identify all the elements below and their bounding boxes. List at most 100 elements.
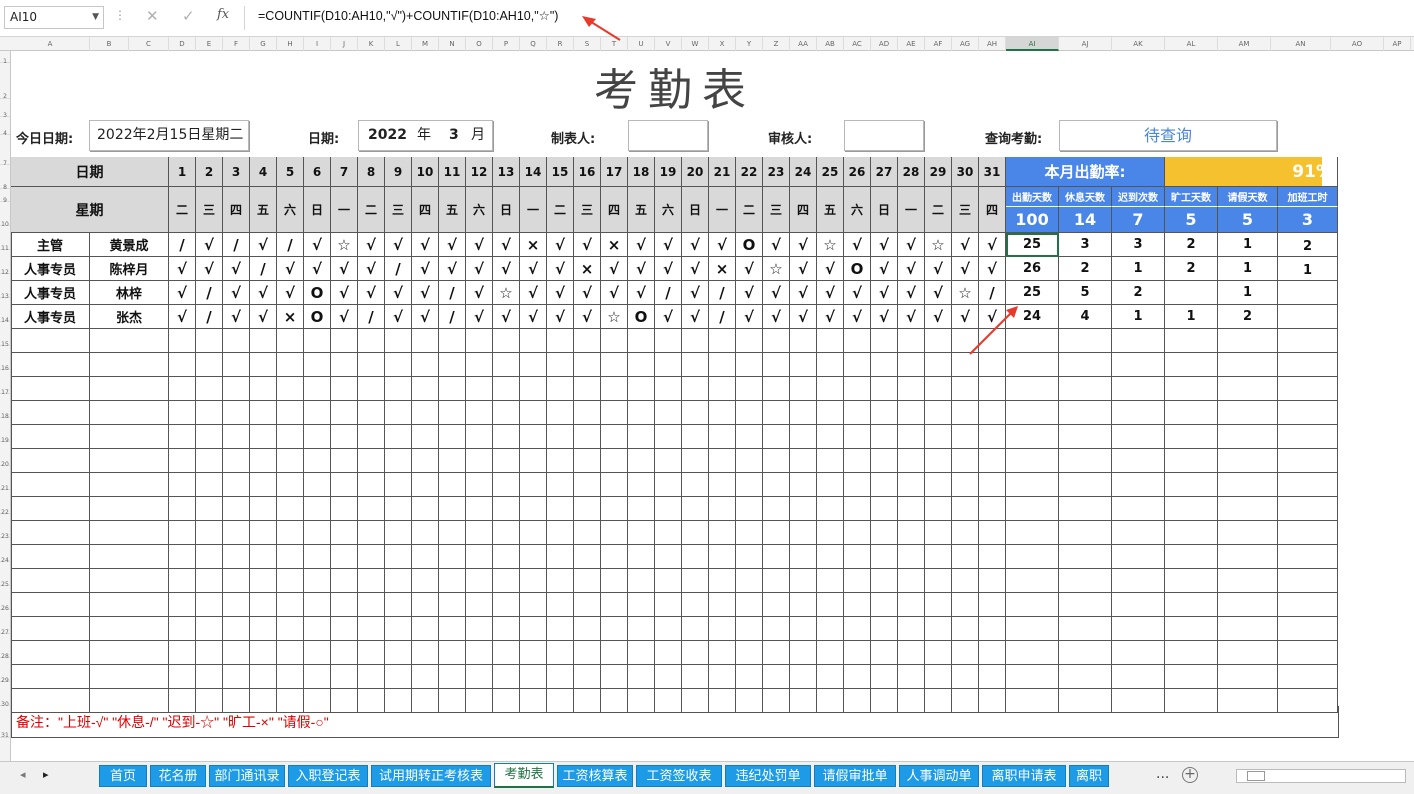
attendance-mark[interactable] [385, 593, 412, 617]
attendance-mark[interactable] [601, 329, 628, 353]
stat-cell[interactable] [1165, 449, 1218, 473]
attendance-mark[interactable] [466, 353, 493, 377]
attendance-mark[interactable] [223, 353, 250, 377]
attendance-mark[interactable] [493, 497, 520, 521]
tab-10[interactable]: 人事调动单 [899, 765, 979, 787]
attendance-mark[interactable] [385, 641, 412, 665]
attendance-mark[interactable]: √ [790, 305, 817, 329]
attendance-mark[interactable]: √ [493, 305, 520, 329]
attendance-mark[interactable]: √ [763, 305, 790, 329]
attendance-mark[interactable] [925, 617, 952, 641]
attendance-mark[interactable] [682, 641, 709, 665]
attendance-mark[interactable] [250, 641, 277, 665]
attendance-mark[interactable] [709, 545, 736, 569]
attendance-mark[interactable] [331, 593, 358, 617]
attendance-mark[interactable] [709, 353, 736, 377]
attendance-mark[interactable] [655, 617, 682, 641]
attendance-mark[interactable] [412, 641, 439, 665]
attendance-mark[interactable]: √ [898, 233, 925, 257]
attendance-mark[interactable] [979, 617, 1006, 641]
attendance-mark[interactable] [736, 377, 763, 401]
stat-cell[interactable] [1112, 401, 1165, 425]
attendance-mark[interactable] [277, 521, 304, 545]
attendance-mark[interactable] [655, 545, 682, 569]
attendance-mark[interactable] [547, 329, 574, 353]
attendance-mark[interactable] [574, 473, 601, 497]
stat-cell[interactable] [1278, 545, 1338, 569]
row-number[interactable]: 9 [0, 189, 10, 204]
attendance-mark[interactable]: √ [871, 281, 898, 305]
stat-cell[interactable] [1006, 665, 1059, 689]
attendance-mark[interactable] [871, 473, 898, 497]
attendance-mark[interactable] [250, 329, 277, 353]
attendance-mark[interactable]: √ [844, 281, 871, 305]
row-number[interactable]: 21 [0, 466, 10, 492]
attendance-mark[interactable] [277, 569, 304, 593]
attendance-mark[interactable] [709, 665, 736, 689]
column-letter[interactable]: K [358, 37, 385, 51]
attendance-mark[interactable] [304, 449, 331, 473]
stat-cell[interactable] [1059, 425, 1112, 449]
attendance-mark[interactable]: √ [790, 281, 817, 305]
row-number[interactable]: 18 [0, 394, 10, 420]
attendance-mark[interactable] [277, 665, 304, 689]
column-letter[interactable]: F [223, 37, 250, 51]
attendance-mark[interactable] [547, 377, 574, 401]
attendance-mark[interactable] [331, 641, 358, 665]
attendance-mark[interactable] [925, 329, 952, 353]
tab-5[interactable]: 考勤表 [494, 763, 554, 788]
attendance-mark[interactable] [871, 665, 898, 689]
attendance-mark[interactable]: ☆ [817, 233, 844, 257]
attendance-mark[interactable] [493, 545, 520, 569]
attendance-mark[interactable] [952, 401, 979, 425]
attendance-mark[interactable]: √ [682, 305, 709, 329]
attendance-mark[interactable]: / [250, 257, 277, 281]
attendance-mark[interactable] [466, 593, 493, 617]
attendance-mark[interactable] [277, 497, 304, 521]
attendance-mark[interactable] [979, 665, 1006, 689]
attendance-mark[interactable] [385, 545, 412, 569]
stat-cell[interactable]: 3 [1112, 233, 1165, 257]
attendance-mark[interactable] [925, 497, 952, 521]
attendance-mark[interactable] [898, 353, 925, 377]
attendance-mark[interactable] [763, 449, 790, 473]
row-number[interactable]: 30 [0, 682, 10, 708]
attendance-mark[interactable]: √ [412, 305, 439, 329]
attendance-mark[interactable]: √ [628, 257, 655, 281]
column-letter[interactable]: Q [520, 37, 547, 51]
stat-cell[interactable] [1006, 569, 1059, 593]
attendance-mark[interactable] [277, 353, 304, 377]
tab-prev-icon[interactable]: ◂ [20, 768, 26, 781]
attendance-mark[interactable] [628, 377, 655, 401]
attendance-mark[interactable]: √ [898, 305, 925, 329]
attendance-mark[interactable] [925, 401, 952, 425]
attendance-mark[interactable] [817, 377, 844, 401]
stat-cell[interactable] [1112, 497, 1165, 521]
attendance-mark[interactable] [682, 545, 709, 569]
attendance-mark[interactable] [844, 401, 871, 425]
maker-field[interactable] [628, 120, 708, 151]
attendance-mark[interactable] [682, 569, 709, 593]
attendance-mark[interactable] [196, 425, 223, 449]
attendance-mark[interactable] [952, 641, 979, 665]
attendance-mark[interactable] [952, 377, 979, 401]
attendance-mark[interactable] [412, 569, 439, 593]
stat-cell[interactable] [1165, 401, 1218, 425]
attendance-mark[interactable] [709, 641, 736, 665]
attendance-mark[interactable]: √ [250, 305, 277, 329]
stat-cell[interactable] [1278, 353, 1338, 377]
attendance-mark[interactable] [250, 353, 277, 377]
attendance-mark[interactable] [736, 521, 763, 545]
attendance-mark[interactable] [493, 401, 520, 425]
attendance-mark[interactable] [169, 665, 196, 689]
row-number[interactable]: 10 [0, 202, 10, 228]
column-letter[interactable]: AL [1165, 37, 1218, 51]
attendance-mark[interactable]: √ [547, 257, 574, 281]
attendance-mark[interactable]: √ [601, 281, 628, 305]
attendance-mark[interactable] [871, 401, 898, 425]
attendance-mark[interactable] [358, 569, 385, 593]
attendance-mark[interactable] [952, 425, 979, 449]
attendance-mark[interactable] [925, 425, 952, 449]
row-number[interactable]: 27 [0, 610, 10, 636]
attendance-mark[interactable] [763, 641, 790, 665]
